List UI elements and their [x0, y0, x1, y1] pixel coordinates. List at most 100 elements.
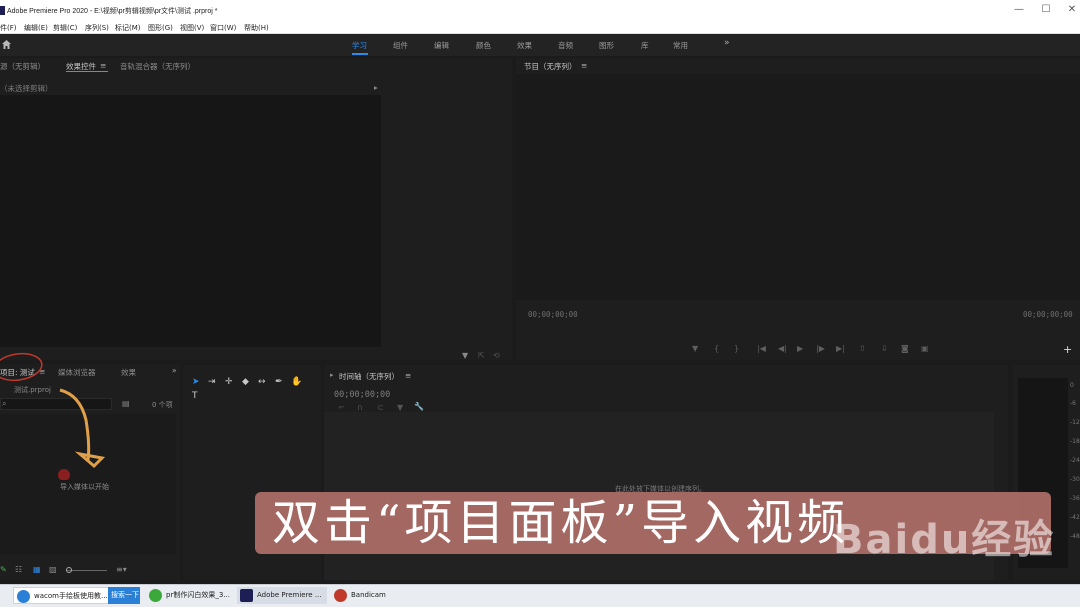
- icon-view-icon[interactable]: ▦: [33, 565, 41, 574]
- pen-tool-icon[interactable]: ✒: [275, 377, 283, 387]
- meter-label: -18: [1070, 438, 1080, 445]
- add-button[interactable]: +: [1063, 343, 1072, 356]
- taskbar-item-label: wacom手绘板使用教...: [34, 592, 108, 600]
- mark-in-icon[interactable]: {: [714, 344, 719, 353]
- premiere-icon: [240, 589, 253, 602]
- menu-sequence[interactable]: 序列(S): [85, 23, 109, 33]
- no-clip-selected-text: （未选择剪辑）: [0, 84, 53, 93]
- program-timecode-current[interactable]: 00;00;00;00: [528, 310, 578, 319]
- expand-arrow-icon[interactable]: ▸: [374, 83, 378, 92]
- menu-bar: 件(F) 编辑(E) 剪辑(C) 序列(S) 标记(M) 图形(G) 视图(V)…: [0, 22, 1080, 34]
- workspace-tab-libraries[interactable]: 库: [641, 40, 649, 51]
- menu-edit[interactable]: 编辑(E): [24, 23, 48, 33]
- selection-tool-icon[interactable]: ➤: [192, 377, 200, 387]
- workspace-tab-graphics[interactable]: 图形: [599, 40, 614, 51]
- taskbar-item-pr-tutorial[interactable]: pr制作闪白效果_3...: [146, 587, 230, 604]
- type-tool-icon[interactable]: T: [192, 391, 198, 401]
- workspace-tab-editing[interactable]: 编辑: [434, 40, 449, 51]
- menu-marker[interactable]: 标记(M): [115, 23, 141, 33]
- taskbar-item-label: 搜索一下: [111, 591, 139, 599]
- window-title: Adobe Premiere Pro 2020 - E:\视频\pr剪辑视频\p…: [7, 8, 218, 15]
- button-editor-icon[interactable]: ▣: [921, 344, 929, 353]
- zoom-slider[interactable]: [67, 570, 107, 571]
- home-icon[interactable]: [1, 39, 12, 50]
- timeline-title[interactable]: 时间轴（无序列）: [339, 371, 399, 382]
- title-bar: Adobe Premiere Pro 2020 - E:\视频\pr剪辑视频\p…: [0, 0, 1080, 22]
- snap-icon[interactable]: ∩: [357, 403, 363, 412]
- extract-icon[interactable]: ⇩: [881, 344, 888, 353]
- active-tab-underline: [66, 71, 108, 72]
- maximize-button[interactable]: ☐: [1040, 4, 1052, 16]
- sort-icon[interactable]: ≡▾: [116, 565, 127, 574]
- meter-label: -12: [1070, 419, 1080, 426]
- menu-view[interactable]: 视图(V): [180, 23, 204, 33]
- menu-graphics[interactable]: 图形(G): [148, 23, 173, 33]
- razor-tool-icon[interactable]: ◆: [242, 377, 249, 387]
- go-to-out-icon[interactable]: ▶|: [836, 344, 845, 353]
- meter-label: -48: [1070, 533, 1080, 540]
- meter-label: -36: [1070, 495, 1080, 502]
- step-back-icon[interactable]: ◀|: [778, 344, 787, 353]
- workspace-tab-learn[interactable]: 学习: [352, 40, 367, 51]
- go-to-in-icon[interactable]: |◀: [757, 344, 766, 353]
- menu-file[interactable]: 件(F): [0, 23, 17, 33]
- project-more-icon[interactable]: »: [172, 366, 177, 375]
- program-menu-icon[interactable]: ≡: [581, 61, 587, 70]
- linked-selection-icon[interactable]: ⊂: [377, 403, 384, 412]
- timeline-timecode[interactable]: 00;00;00;00: [334, 390, 390, 400]
- zoom-slider-handle[interactable]: [66, 567, 72, 573]
- filter-icon[interactable]: ▼: [462, 351, 468, 360]
- tab-audio-clip-mixer[interactable]: 音轨混合器（无序列）: [120, 61, 195, 72]
- taskbar-item-premiere[interactable]: Adobe Premiere ...: [237, 587, 327, 604]
- timeline-collapse-icon[interactable]: ▸: [330, 371, 334, 379]
- close-button[interactable]: ✕: [1066, 4, 1078, 16]
- project-item-count: 0 个项: [152, 401, 173, 409]
- meter-label: -6: [1070, 400, 1076, 407]
- add-marker-icon[interactable]: ▼: [692, 344, 698, 353]
- meter-label: -24: [1070, 457, 1080, 464]
- workspace-tab-assembly[interactable]: 组件: [393, 40, 408, 51]
- hand-tool-icon[interactable]: ✋: [291, 377, 302, 387]
- workspace-tab-audio[interactable]: 音频: [558, 40, 573, 51]
- new-bin-icon[interactable]: ▤: [122, 399, 130, 408]
- timeline-menu-icon[interactable]: ≡: [405, 371, 411, 380]
- freeform-view-icon[interactable]: ▨: [49, 565, 57, 574]
- step-forward-icon[interactable]: |▶: [816, 344, 825, 353]
- taskbar-item-bandicam[interactable]: Bandicam: [331, 587, 403, 604]
- minimize-button[interactable]: —: [1013, 4, 1025, 16]
- taskbar-item-label: Bandicam: [351, 591, 386, 599]
- lift-icon[interactable]: ⇧: [859, 344, 866, 353]
- camera-icon[interactable]: ◙: [901, 344, 909, 353]
- timeline-marker-icon[interactable]: ▼: [397, 403, 403, 412]
- ripple-edit-tool-icon[interactable]: ✛: [225, 377, 233, 387]
- menu-window[interactable]: 窗口(W): [210, 23, 236, 33]
- mark-out-icon[interactable]: }: [734, 344, 739, 353]
- pencil-icon[interactable]: ✎: [0, 565, 7, 574]
- tab-effects[interactable]: 效果: [121, 367, 136, 378]
- play-icon[interactable]: ▶: [797, 344, 803, 353]
- program-monitor-title[interactable]: 节目（无序列）: [524, 61, 577, 72]
- workspace-more-icon[interactable]: »: [724, 38, 730, 48]
- slip-tool-icon[interactable]: ↔: [258, 377, 266, 387]
- menu-help[interactable]: 帮助(H): [244, 23, 269, 33]
- tab-source[interactable]: 源（无剪辑）: [0, 61, 45, 72]
- taskbar-item-label: Adobe Premiere ...: [257, 591, 322, 599]
- taskbar-item-label: pr制作闪白效果_3...: [166, 591, 230, 599]
- meter-label: -42: [1070, 514, 1080, 521]
- track-select-tool-icon[interactable]: ⇥: [208, 377, 216, 387]
- menu-clip[interactable]: 剪辑(C): [53, 23, 77, 33]
- export-icon[interactable]: ⇱: [478, 351, 485, 360]
- taskbar-item-browser[interactable]: wacom手绘板使用教...: [13, 587, 109, 604]
- loop-icon[interactable]: ⟲: [493, 351, 500, 360]
- taskbar-search-button[interactable]: 搜索一下: [108, 587, 140, 604]
- nest-icon[interactable]: ⌐: [338, 403, 345, 412]
- list-view-icon[interactable]: ☷: [15, 565, 22, 574]
- baidu-watermark: Baidu经验: [833, 517, 1056, 563]
- workspace-tab-common[interactable]: 常用: [673, 40, 688, 51]
- workspace-tab-color[interactable]: 颜色: [476, 40, 491, 51]
- program-viewer: [516, 74, 1080, 300]
- annotation-arrow-icon: [0, 352, 106, 480]
- effect-controls-menu-icon[interactable]: ≡: [100, 61, 106, 70]
- workspace-tab-effects[interactable]: 效果: [517, 40, 532, 51]
- wrench-icon[interactable]: 🔧: [414, 402, 424, 411]
